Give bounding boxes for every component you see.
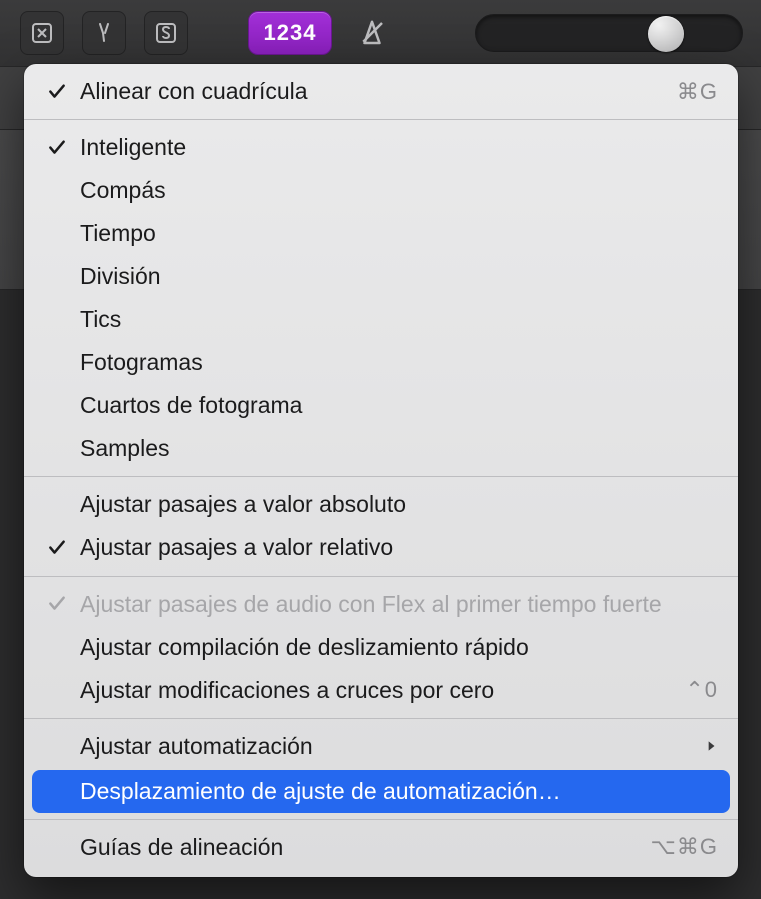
menu-shortcut: ⌥⌘G (651, 832, 718, 862)
menu-item-label: Ajustar modificaciones a cruces por cero (80, 675, 673, 706)
menu-item-label: Ajustar pasajes a valor relativo (80, 532, 718, 563)
menu-item-label: Alinear con cuadrícula (80, 76, 665, 107)
check-icon (46, 537, 68, 559)
menu-item-label: Guías de alineación (80, 832, 639, 863)
menu-item[interactable]: Tics (24, 298, 738, 341)
menu-item-label: Cuartos de fotograma (80, 390, 718, 421)
check-icon (46, 593, 68, 615)
menu-item-label: Ajustar automatización (80, 731, 692, 762)
metronome-off-icon[interactable] (350, 11, 394, 55)
menu-item[interactable]: Desplazamiento de ajuste de automatizaci… (32, 770, 730, 813)
menu-item-label: Desplazamiento de ajuste de automatizaci… (80, 776, 718, 807)
menu-item[interactable]: Compás (24, 169, 738, 212)
menu-item-label: Inteligente (80, 132, 718, 163)
menu-item[interactable]: Fotogramas (24, 341, 738, 384)
menu-item-label: Ajustar compilación de deslizamiento ráp… (80, 632, 718, 663)
menu-item[interactable]: Inteligente (24, 126, 738, 169)
menu-item-label: Compás (80, 175, 718, 206)
menu-separator (24, 119, 738, 120)
menu-item[interactable]: Ajustar compilación de deslizamiento ráp… (24, 626, 738, 669)
menu-separator (24, 819, 738, 820)
menu-item[interactable]: División (24, 255, 738, 298)
check-icon (46, 136, 68, 158)
menu-item[interactable]: Ajustar modificaciones a cruces por cero… (24, 669, 738, 712)
menu-item-label: Tiempo (80, 218, 718, 249)
solo-button[interactable] (144, 11, 188, 55)
close-box-button[interactable] (20, 11, 64, 55)
menu-item[interactable]: Ajustar pasajes a valor relativo (24, 526, 738, 569)
menu-separator (24, 576, 738, 577)
menu-separator (24, 476, 738, 477)
badge-label: 1234 (264, 20, 317, 46)
tuning-fork-button[interactable] (82, 11, 126, 55)
menu-item[interactable]: Ajustar automatización (24, 725, 738, 768)
menu-separator (24, 718, 738, 719)
menu-shortcut: ⌘G (677, 77, 718, 107)
menu-item-label: Fotogramas (80, 347, 718, 378)
menu-item: Ajustar pasajes de audio con Flex al pri… (24, 583, 738, 626)
slider-knob[interactable] (648, 16, 684, 52)
chevron-right-icon (704, 731, 718, 761)
check-icon (46, 80, 68, 102)
menu-item[interactable]: Samples (24, 427, 738, 470)
menu-item[interactable]: Alinear con cuadrícula ⌘G (24, 70, 738, 113)
zoom-slider[interactable] (475, 14, 743, 52)
menu-item-label: Samples (80, 433, 718, 464)
menu-item[interactable]: Guías de alineación ⌥⌘G (24, 826, 738, 869)
menu-item-label: División (80, 261, 718, 292)
menu-item[interactable]: Ajustar pasajes a valor absoluto (24, 483, 738, 526)
menu-item-label: Ajustar pasajes a valor absoluto (80, 489, 718, 520)
toolbar: 1234 (0, 0, 761, 66)
menu-item-label: Tics (80, 304, 718, 335)
menu-item[interactable]: Cuartos de fotograma (24, 384, 738, 427)
menu-item-label: Ajustar pasajes de audio con Flex al pri… (80, 589, 718, 620)
menu-shortcut: ⌃0 (685, 675, 718, 705)
menu-item[interactable]: Tiempo (24, 212, 738, 255)
snap-mode-badge[interactable]: 1234 (248, 11, 332, 55)
snap-context-menu: Alinear con cuadrícula ⌘G Inteligente Compá… (24, 64, 738, 877)
